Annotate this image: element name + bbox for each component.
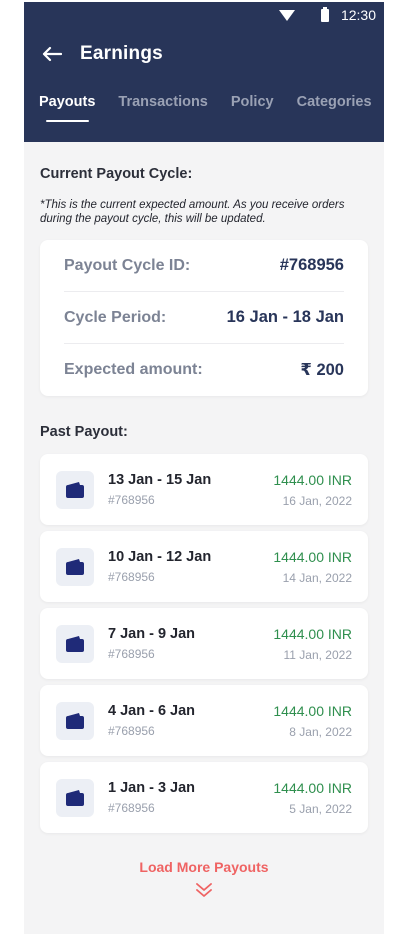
payout-item[interactable]: 1 Jan - 3 Jan #768956 1444.00 INR 5 Jan,… [40, 762, 368, 833]
payout-date: 5 Jan, 2022 [289, 801, 352, 816]
payout-amount: 1444.00 INR [273, 779, 352, 796]
payout-meta: 1444.00 INR 8 Jan, 2022 [273, 703, 352, 739]
past-payout-heading: Past Payout: [40, 424, 128, 440]
payout-info: 10 Jan - 12 Jan #768956 [108, 549, 273, 584]
payout-date: 14 Jan, 2022 [282, 570, 352, 585]
wallet-icon-box [56, 778, 94, 817]
payout-meta: 1444.00 INR 16 Jan, 2022 [273, 472, 352, 508]
wallet-icon [66, 712, 84, 729]
payout-range: 13 Jan - 15 Jan [108, 472, 212, 488]
arrow-left-icon [42, 46, 62, 62]
payout-meta: 1444.00 INR 14 Jan, 2022 [273, 549, 352, 585]
payout-range: 10 Jan - 12 Jan [108, 549, 212, 565]
expected-amount-row: Expected amount: ₹ 200 [64, 344, 344, 396]
expected-amount-value: ₹ 200 [300, 361, 344, 379]
wallet-icon-box [56, 624, 94, 663]
wallet-icon-box [56, 470, 94, 509]
payout-item[interactable]: 4 Jan - 6 Jan #768956 1444.00 INR 8 Jan,… [40, 685, 368, 756]
payout-info: 7 Jan - 9 Jan #768956 [108, 626, 273, 661]
tab-categories[interactable]: Categories [297, 88, 372, 116]
wallet-icon-box [56, 701, 94, 740]
wallet-icon [66, 558, 84, 575]
payout-item[interactable]: 13 Jan - 15 Jan #768956 1444.00 INR 16 J… [40, 454, 368, 525]
payout-item[interactable]: 7 Jan - 9 Jan #768956 1444.00 INR 11 Jan… [40, 608, 368, 679]
app-screen: 12:30 Earnings Payouts Transactions Poli… [24, 2, 384, 934]
double-chevron-down-icon [196, 883, 212, 897]
page-title: Earnings [80, 43, 163, 64]
tab-policy[interactable]: Policy [231, 88, 274, 116]
payout-id: #768956 [108, 493, 155, 507]
payout-meta: 1444.00 INR 11 Jan, 2022 [273, 626, 352, 662]
tab-bar: Payouts Transactions Policy Categories [24, 80, 384, 124]
wallet-icon [66, 789, 84, 806]
wallet-icon-box [56, 547, 94, 586]
payout-amount: 1444.00 INR [273, 625, 352, 642]
payout-date: 8 Jan, 2022 [289, 724, 352, 739]
payout-amount: 1444.00 INR [273, 548, 352, 565]
payout-amount: 1444.00 INR [273, 471, 352, 488]
tab-transactions[interactable]: Transactions [118, 88, 207, 116]
wallet-icon [66, 635, 84, 652]
payout-info: 1 Jan - 3 Jan #768956 [108, 780, 273, 815]
cycle-id-label: Payout Cycle ID: [64, 256, 191, 274]
current-cycle-heading: Current Payout Cycle: [40, 166, 193, 182]
payout-meta: 1444.00 INR 5 Jan, 2022 [273, 780, 352, 816]
load-more-label: Load More Payouts [139, 859, 269, 875]
title-bar: Earnings [24, 28, 384, 80]
payout-date: 11 Jan, 2022 [283, 647, 352, 662]
cycle-id-row: Payout Cycle ID: #768956 [64, 240, 344, 292]
expected-amount-label: Expected amount: [64, 361, 203, 378]
payout-id: #768956 [108, 801, 155, 815]
wallet-icon [66, 481, 84, 498]
payout-amount: 1444.00 INR [273, 702, 352, 719]
past-payout-list: 13 Jan - 15 Jan #768956 1444.00 INR 16 J… [40, 454, 368, 833]
payout-range: 4 Jan - 6 Jan [108, 703, 196, 719]
main-content: Current Payout Cycle: *This is the curre… [24, 166, 384, 898]
payout-item[interactable]: 10 Jan - 12 Jan #768956 1444.00 INR 14 J… [40, 531, 368, 602]
status-time: 12:30 [340, 7, 376, 23]
payout-info: 13 Jan - 15 Jan #768956 [108, 472, 273, 507]
current-cycle-card: Payout Cycle ID: #768956 Cycle Period: 1… [40, 240, 368, 396]
status-bar: 12:30 [24, 2, 384, 28]
payout-range: 1 Jan - 3 Jan [108, 780, 196, 796]
current-cycle-note: *This is the current expected amount. As… [40, 199, 345, 225]
cycle-period-value: 16 Jan - 18 Jan [226, 308, 344, 326]
back-button[interactable] [40, 42, 64, 66]
app-header: 12:30 Earnings Payouts Transactions Poli… [24, 2, 384, 142]
wifi-icon [278, 9, 295, 21]
payout-id: #768956 [108, 570, 155, 584]
payout-id: #768956 [108, 647, 155, 661]
payout-range: 7 Jan - 9 Jan [108, 626, 196, 642]
cycle-period-row: Cycle Period: 16 Jan - 18 Jan [64, 292, 344, 344]
battery-icon [320, 6, 329, 22]
payout-date: 16 Jan, 2022 [282, 493, 352, 508]
load-more-button[interactable]: Load More Payouts [40, 859, 368, 898]
payout-id: #768956 [108, 724, 155, 738]
payout-info: 4 Jan - 6 Jan #768956 [108, 703, 273, 738]
tab-payouts[interactable]: Payouts [39, 88, 95, 122]
cycle-period-label: Cycle Period: [64, 308, 167, 326]
cycle-id-value: #768956 [279, 256, 344, 274]
